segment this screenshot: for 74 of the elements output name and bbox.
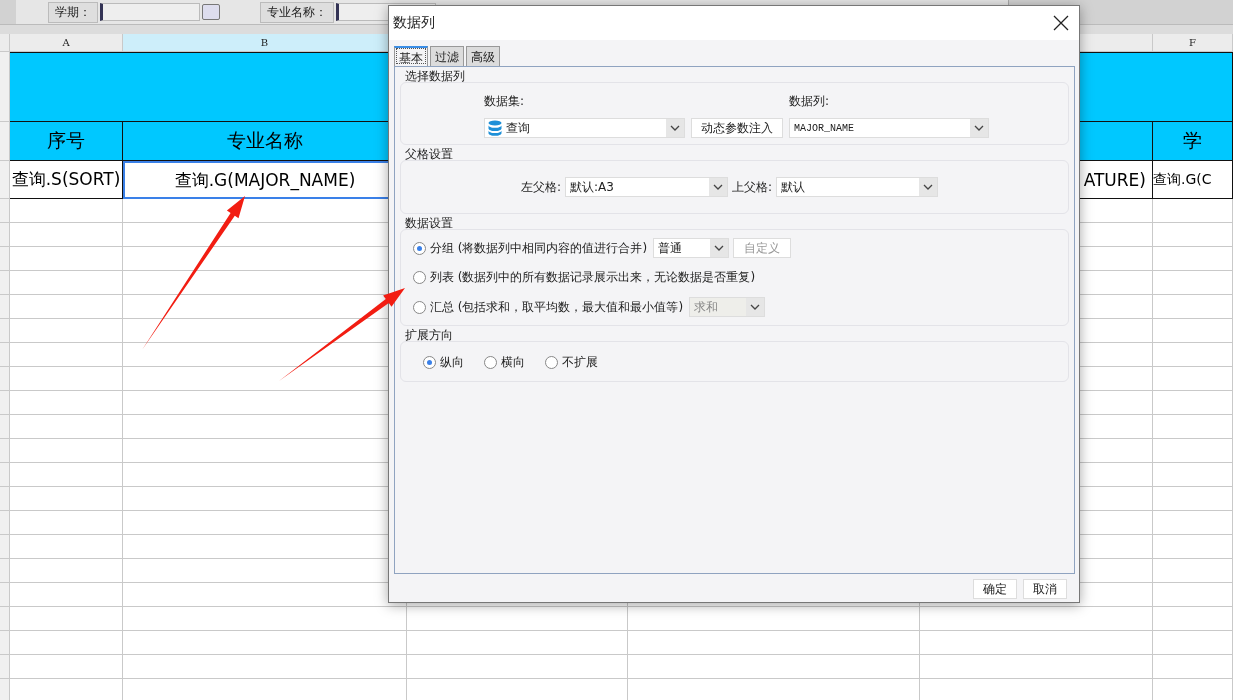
caret-icon	[919, 178, 938, 196]
row-header[interactable]	[0, 487, 10, 511]
radio-label[interactable]: 分组 (将数据列中相同内容的值进行合并)	[430, 239, 648, 257]
row-header[interactable]	[0, 367, 10, 391]
row-header[interactable]	[0, 391, 10, 415]
field-label: 学期：	[48, 1, 98, 23]
dropdown[interactable]: 普通	[653, 238, 730, 258]
row-header[interactable]	[0, 415, 10, 439]
header-cell: 序号	[10, 122, 123, 161]
row-header[interactable]	[0, 439, 10, 463]
radio-label[interactable]: 横向	[501, 354, 525, 371]
row-header[interactable]	[0, 463, 10, 487]
caret-icon	[709, 178, 728, 196]
row-header[interactable]	[0, 679, 10, 700]
section-title: 选择数据列	[404, 71, 466, 82]
radio-button[interactable]	[423, 356, 436, 369]
caret-icon	[710, 239, 729, 257]
caret-icon	[666, 119, 684, 137]
table-cell: 查询.G(C	[1153, 161, 1233, 199]
row-header[interactable]	[0, 199, 10, 223]
row-header[interactable]	[0, 34, 10, 52]
row-header[interactable]	[0, 535, 10, 559]
field-label: 上父格:	[732, 178, 773, 196]
row-header[interactable]	[0, 161, 10, 199]
tab[interactable]: 高级	[466, 46, 500, 66]
dropdown[interactable]: MAJOR_NAME	[789, 118, 989, 138]
row-header[interactable]	[0, 511, 10, 535]
dialog-button[interactable]: 取消	[1023, 579, 1067, 599]
row-header[interactable]	[0, 247, 10, 271]
section-title: 父格设置	[404, 149, 454, 160]
radio-button[interactable]	[484, 356, 497, 369]
row-header[interactable]	[0, 122, 10, 161]
radio-button[interactable]	[413, 241, 426, 255]
dropdown[interactable]: 默认:A3	[565, 177, 729, 197]
row-header[interactable]	[0, 319, 10, 343]
dropdown[interactable]: 默认	[776, 177, 939, 197]
table-cell: 查询.S(SORT)	[10, 161, 123, 199]
caret-icon	[970, 119, 988, 137]
row-header[interactable]	[0, 559, 10, 583]
dropdown[interactable]: 查询	[484, 118, 685, 138]
column-header[interactable]: F	[1153, 34, 1233, 52]
tab[interactable]: 基本	[394, 46, 428, 66]
calendar-icon[interactable]	[202, 4, 220, 20]
row-header[interactable]	[0, 52, 10, 122]
radio-label[interactable]: 汇总 (包括求和，取平均数，最大值和最小值等)	[430, 298, 684, 316]
row-header[interactable]	[0, 223, 10, 247]
radio-button[interactable]	[413, 300, 426, 314]
radio-label[interactable]: 列表 (数据列中的所有数据记录展示出来，无论数据是否重复)	[430, 269, 756, 286]
dialog-button[interactable]: 确定	[973, 579, 1017, 599]
header-cell: 学	[1153, 122, 1233, 161]
row-header[interactable]	[0, 631, 10, 655]
tab[interactable]: 过滤	[430, 46, 464, 66]
row-header[interactable]	[0, 583, 10, 607]
caret-icon	[746, 298, 765, 316]
field-label: 左父格:	[521, 178, 562, 196]
input-field[interactable]	[100, 3, 200, 21]
radio-button[interactable]	[413, 271, 426, 284]
section-title: 扩展方向	[404, 330, 454, 341]
row-header[interactable]	[0, 607, 10, 631]
close-icon[interactable]	[1053, 15, 1069, 31]
row-header[interactable]	[0, 295, 10, 319]
field-label: 专业名称：	[260, 1, 334, 23]
radio-label[interactable]: 不扩展	[562, 354, 598, 371]
radio-label[interactable]: 纵向	[440, 354, 464, 371]
column-header[interactable]: A	[10, 34, 123, 52]
row-header[interactable]	[0, 271, 10, 295]
radio-button[interactable]	[545, 356, 558, 369]
section-title: 数据设置	[404, 218, 454, 229]
row-header[interactable]	[0, 655, 10, 679]
field-label: 数据列:	[789, 93, 831, 110]
row-header[interactable]	[0, 343, 10, 367]
field-label: 数据集:	[484, 93, 526, 110]
inject-button[interactable]: 动态参数注入	[691, 118, 783, 138]
dialog-title: 数据列	[393, 14, 435, 32]
